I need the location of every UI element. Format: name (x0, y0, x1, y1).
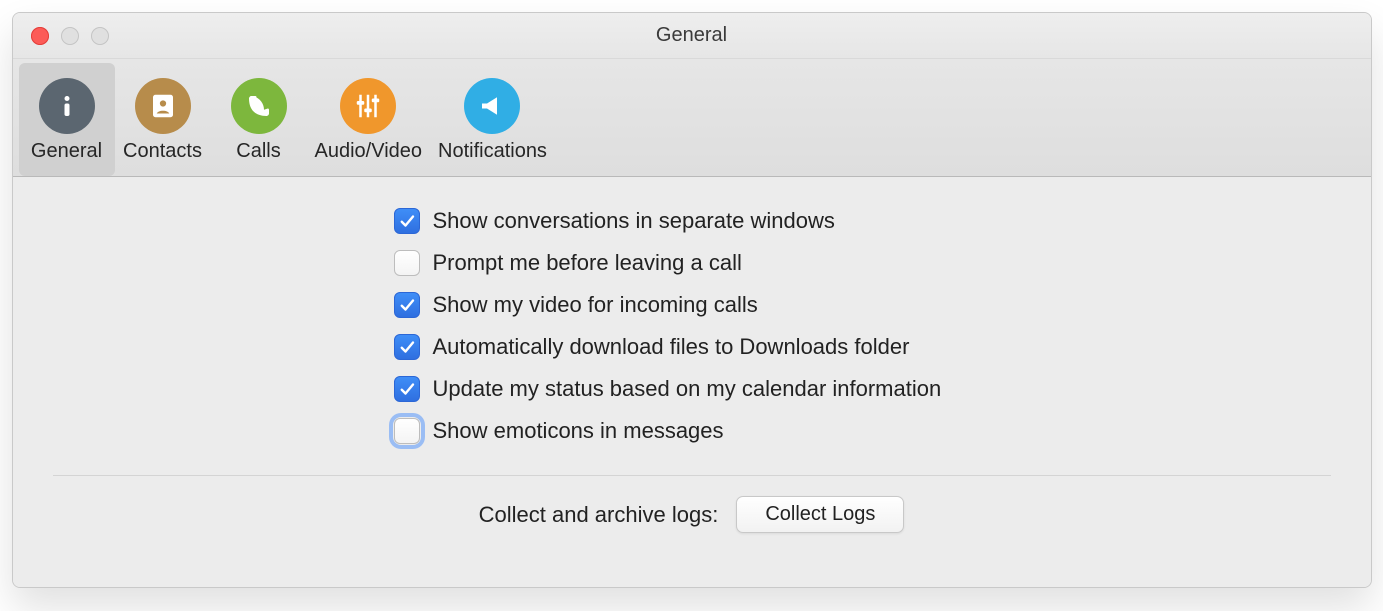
divider (53, 475, 1331, 476)
setting-auto-download[interactable]: Automatically download files to Download… (393, 333, 1331, 361)
setting-label: Show conversations in separate windows (433, 208, 835, 234)
preferences-window: General General Contacts Calls Audi (12, 12, 1372, 588)
phone-icon (231, 78, 287, 134)
setting-label: Prompt me before leaving a call (433, 250, 742, 276)
contacts-icon (135, 78, 191, 134)
close-button[interactable] (31, 27, 49, 45)
tab-label: Contacts (123, 140, 202, 163)
setting-show-my-video[interactable]: Show my video for incoming calls (393, 291, 1331, 319)
preferences-toolbar: General Contacts Calls Audio/Video Notif (13, 59, 1371, 177)
setting-calendar-status[interactable]: Update my status based on my calendar in… (393, 375, 1331, 403)
setting-label: Update my status based on my calendar in… (433, 376, 942, 402)
setting-prompt-leave-call[interactable]: Prompt me before leaving a call (393, 249, 1331, 277)
sliders-icon (340, 78, 396, 134)
window-title: General (13, 24, 1371, 47)
tab-general[interactable]: General (19, 63, 115, 176)
setting-label: Show my video for incoming calls (433, 292, 758, 318)
tab-audio-video[interactable]: Audio/Video (307, 63, 431, 176)
checkbox[interactable] (393, 207, 421, 235)
checkbox[interactable] (393, 291, 421, 319)
checkbox[interactable] (393, 333, 421, 361)
logs-label: Collect and archive logs: (479, 502, 719, 528)
info-icon (39, 78, 95, 134)
zoom-button[interactable] (91, 27, 109, 45)
collect-logs-button[interactable]: Collect Logs (736, 496, 904, 533)
general-pane: Show conversations in separate windows P… (13, 177, 1371, 587)
setting-label: Show emoticons in messages (433, 418, 724, 444)
tab-label: Notifications (438, 140, 547, 163)
traffic-lights (31, 27, 109, 45)
tab-label: General (31, 140, 102, 163)
setting-label: Automatically download files to Download… (433, 334, 910, 360)
tab-label: Audio/Video (315, 140, 423, 163)
tab-notifications[interactable]: Notifications (430, 63, 555, 176)
setting-emoticons[interactable]: Show emoticons in messages (393, 417, 1331, 445)
minimize-button[interactable] (61, 27, 79, 45)
logs-row: Collect and archive logs: Collect Logs (53, 496, 1331, 533)
settings-list: Show conversations in separate windows P… (393, 207, 1331, 445)
checkbox[interactable] (393, 249, 421, 277)
tab-label: Calls (236, 140, 280, 163)
tab-calls[interactable]: Calls (211, 63, 307, 176)
setting-separate-windows[interactable]: Show conversations in separate windows (393, 207, 1331, 235)
checkbox[interactable] (393, 375, 421, 403)
titlebar: General (13, 13, 1371, 59)
megaphone-icon (464, 78, 520, 134)
tab-contacts[interactable]: Contacts (115, 63, 211, 176)
checkbox[interactable] (393, 417, 421, 445)
